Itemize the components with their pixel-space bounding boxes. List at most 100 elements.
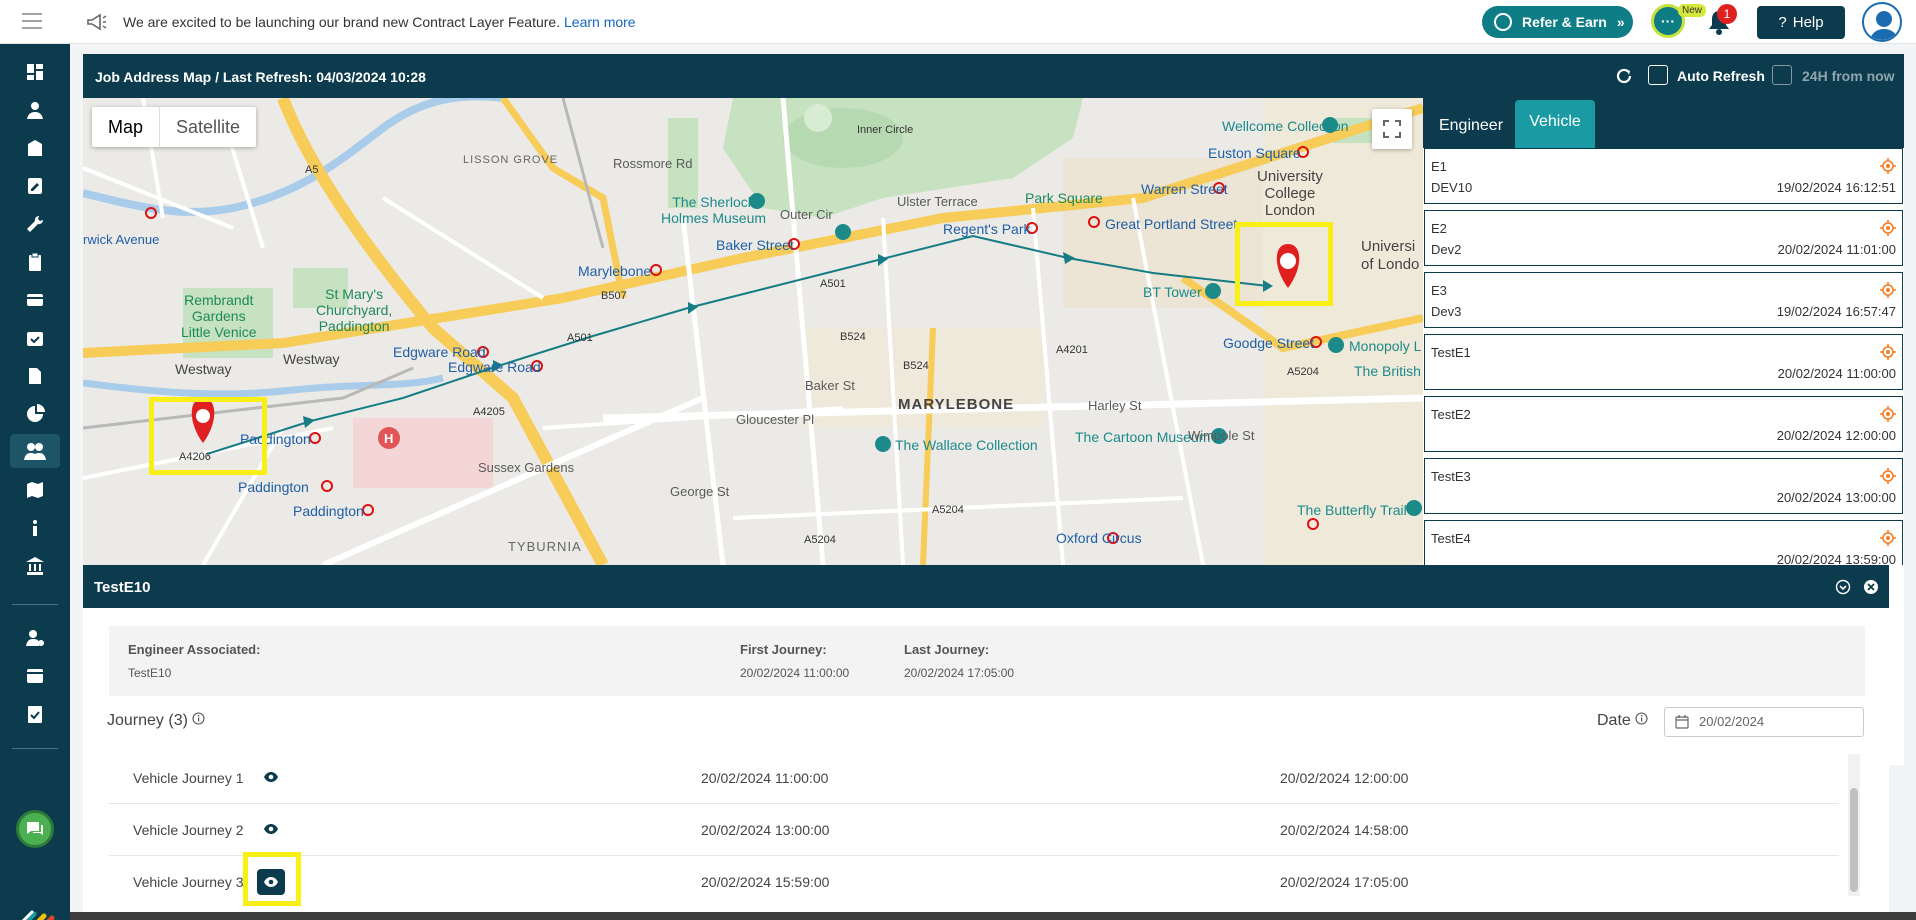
map-label: A4201 — [1056, 344, 1088, 356]
map-label: Universi — [1361, 238, 1416, 255]
map-label: rwick Avenue — [83, 232, 160, 247]
list-item[interactable]: TestE1 20/02/2024 11:00:00 — [1424, 334, 1903, 390]
fullscreen-button[interactable] — [1372, 109, 1412, 149]
learn-more-link[interactable]: Learn more — [564, 14, 636, 30]
vehicle-time: 20/02/2024 11:00:00 — [1777, 366, 1896, 381]
map-type-map[interactable]: Map — [92, 107, 161, 147]
close-icon[interactable] — [1863, 579, 1879, 595]
locate-icon[interactable] — [1880, 220, 1896, 236]
checklist-icon[interactable] — [24, 704, 46, 724]
eye-icon[interactable] — [263, 769, 279, 785]
new-badge: New — [1678, 4, 1707, 17]
table-row[interactable]: Vehicle Journey 1 20/02/2024 11:00:00 20… — [109, 752, 1839, 804]
map-label: A501 — [567, 332, 593, 344]
journey-name: Vehicle Journey 2 — [133, 822, 244, 838]
table-row[interactable]: Vehicle Journey 2 20/02/2024 13:00:00 20… — [109, 804, 1839, 856]
calendar-check-icon[interactable] — [24, 328, 46, 348]
map-label: Park Square — [1025, 190, 1103, 206]
list-item[interactable]: E1 DEV10 19/02/2024 16:12:51 — [1424, 148, 1903, 204]
map-label: Paddington — [238, 479, 309, 495]
locate-icon[interactable] — [1880, 282, 1896, 298]
svg-text:H: H — [384, 431, 393, 446]
company-logo — [21, 910, 55, 920]
map-label: Inner Circle — [857, 124, 914, 136]
map-label: Regent's Park — [943, 221, 1031, 237]
map-label: A5204 — [932, 504, 964, 516]
building-icon[interactable] — [24, 138, 46, 158]
date-label-text: Date — [1597, 712, 1631, 729]
scrollbar-thumb[interactable] — [1850, 788, 1858, 892]
title-separator: / — [215, 69, 219, 85]
vehicle-name: E3 — [1431, 283, 1447, 298]
refresh-icon[interactable] — [1614, 66, 1634, 86]
auto-refresh-checkbox[interactable] — [1648, 65, 1668, 85]
tab-vehicle[interactable]: Vehicle — [1515, 100, 1595, 148]
map-type-toggle[interactable]: Map Satellite — [92, 107, 257, 147]
locate-icon[interactable] — [1880, 344, 1896, 360]
sidebar-item-people[interactable] — [10, 434, 60, 468]
map-label: Euston Square — [1208, 145, 1301, 161]
vehicle-device: Dev2 — [1431, 242, 1462, 257]
user-icon[interactable] — [24, 100, 46, 120]
billing-icon[interactable] — [24, 666, 46, 686]
list-item[interactable]: TestE2 20/02/2024 12:00:00 — [1424, 396, 1903, 452]
info-icon[interactable] — [192, 712, 205, 725]
clipboard-icon[interactable] — [24, 252, 46, 272]
sidebar — [0, 44, 70, 920]
user-settings-icon[interactable] — [24, 628, 46, 648]
map-label: Wimpole St — [1188, 428, 1255, 443]
map-view[interactable]: H Map Satellite LISSON GROVE MARYLEBONE … — [83, 98, 1423, 565]
page-title-text: Job Address Map — [95, 69, 212, 85]
map-book-icon[interactable] — [24, 480, 46, 500]
map-label: The British — [1354, 363, 1421, 379]
file-icon[interactable] — [24, 366, 46, 386]
refer-label: Refer & Earn — [1522, 14, 1607, 30]
locate-icon[interactable] — [1880, 530, 1896, 546]
collapse-icon[interactable] — [1835, 579, 1851, 595]
map-type-satellite[interactable]: Satellite — [160, 107, 256, 147]
card-icon[interactable] — [24, 290, 46, 310]
help-button[interactable]: ? Help — [1757, 6, 1845, 39]
menu-icon[interactable] — [22, 13, 42, 29]
vehicle-time: 20/02/2024 11:01:00 — [1777, 242, 1896, 257]
list-item[interactable]: TestE4 20/02/2024 13:59:00 — [1424, 520, 1903, 565]
pie-chart-icon[interactable] — [24, 404, 46, 424]
first-journey-label: First Journey: — [740, 642, 827, 657]
locate-icon[interactable] — [1880, 158, 1896, 174]
vehicle-name: TestE1 — [1431, 345, 1471, 360]
map-label: Warren Street — [1141, 181, 1228, 197]
map-label-line: The Sherlock — [672, 194, 755, 210]
map-label: A501 — [820, 278, 846, 290]
document-edit-icon[interactable] — [24, 176, 46, 196]
fullscreen-icon — [1383, 120, 1401, 138]
info-icon[interactable] — [24, 518, 46, 538]
calendar-icon[interactable] — [1675, 715, 1689, 729]
first-journey-value: 20/02/2024 11:00:00 — [740, 666, 850, 680]
date-input[interactable]: 20/02/2024 — [1664, 707, 1864, 737]
map-label: Monopoly L — [1349, 338, 1422, 354]
vehicle-name: TestE2 — [1431, 407, 1471, 422]
wrench-icon[interactable] — [24, 214, 46, 234]
bank-icon[interactable] — [24, 556, 46, 576]
locate-icon[interactable] — [1880, 406, 1896, 422]
eye-icon[interactable] — [263, 821, 279, 837]
list-item[interactable]: TestE3 20/02/2024 13:00:00 — [1424, 458, 1903, 514]
panel-tabs: Engineer Vehicle — [1423, 98, 1904, 148]
dashboard-icon[interactable] — [24, 62, 46, 82]
list-item[interactable]: E2 Dev2 20/02/2024 11:01:00 — [1424, 210, 1903, 266]
locate-icon[interactable] — [1880, 468, 1896, 484]
avatar[interactable] — [1862, 2, 1902, 42]
vehicle-time: 19/02/2024 16:12:51 — [1776, 180, 1896, 195]
top-bar: We are excited to be launching our brand… — [0, 0, 1916, 44]
info-icon[interactable] — [1635, 712, 1648, 725]
future-checkbox[interactable] — [1772, 65, 1792, 85]
announcement-text: We are excited to be launching our brand… — [123, 14, 561, 30]
map-card-header: Job Address Map / Last Refresh: 04/03/20… — [83, 54, 1904, 98]
table-row[interactable]: Vehicle Journey 3 20/02/2024 15:59:00 20… — [109, 856, 1839, 908]
list-item[interactable]: E3 Dev3 19/02/2024 16:57:47 — [1424, 272, 1903, 328]
refer-earn-button[interactable]: Refer & Earn » — [1482, 6, 1633, 38]
live-chat-button[interactable] — [16, 810, 54, 848]
map-label: Baker St — [805, 378, 855, 393]
tab-engineer[interactable]: Engineer — [1431, 104, 1511, 148]
map-label-line: Little Venice — [181, 324, 257, 340]
